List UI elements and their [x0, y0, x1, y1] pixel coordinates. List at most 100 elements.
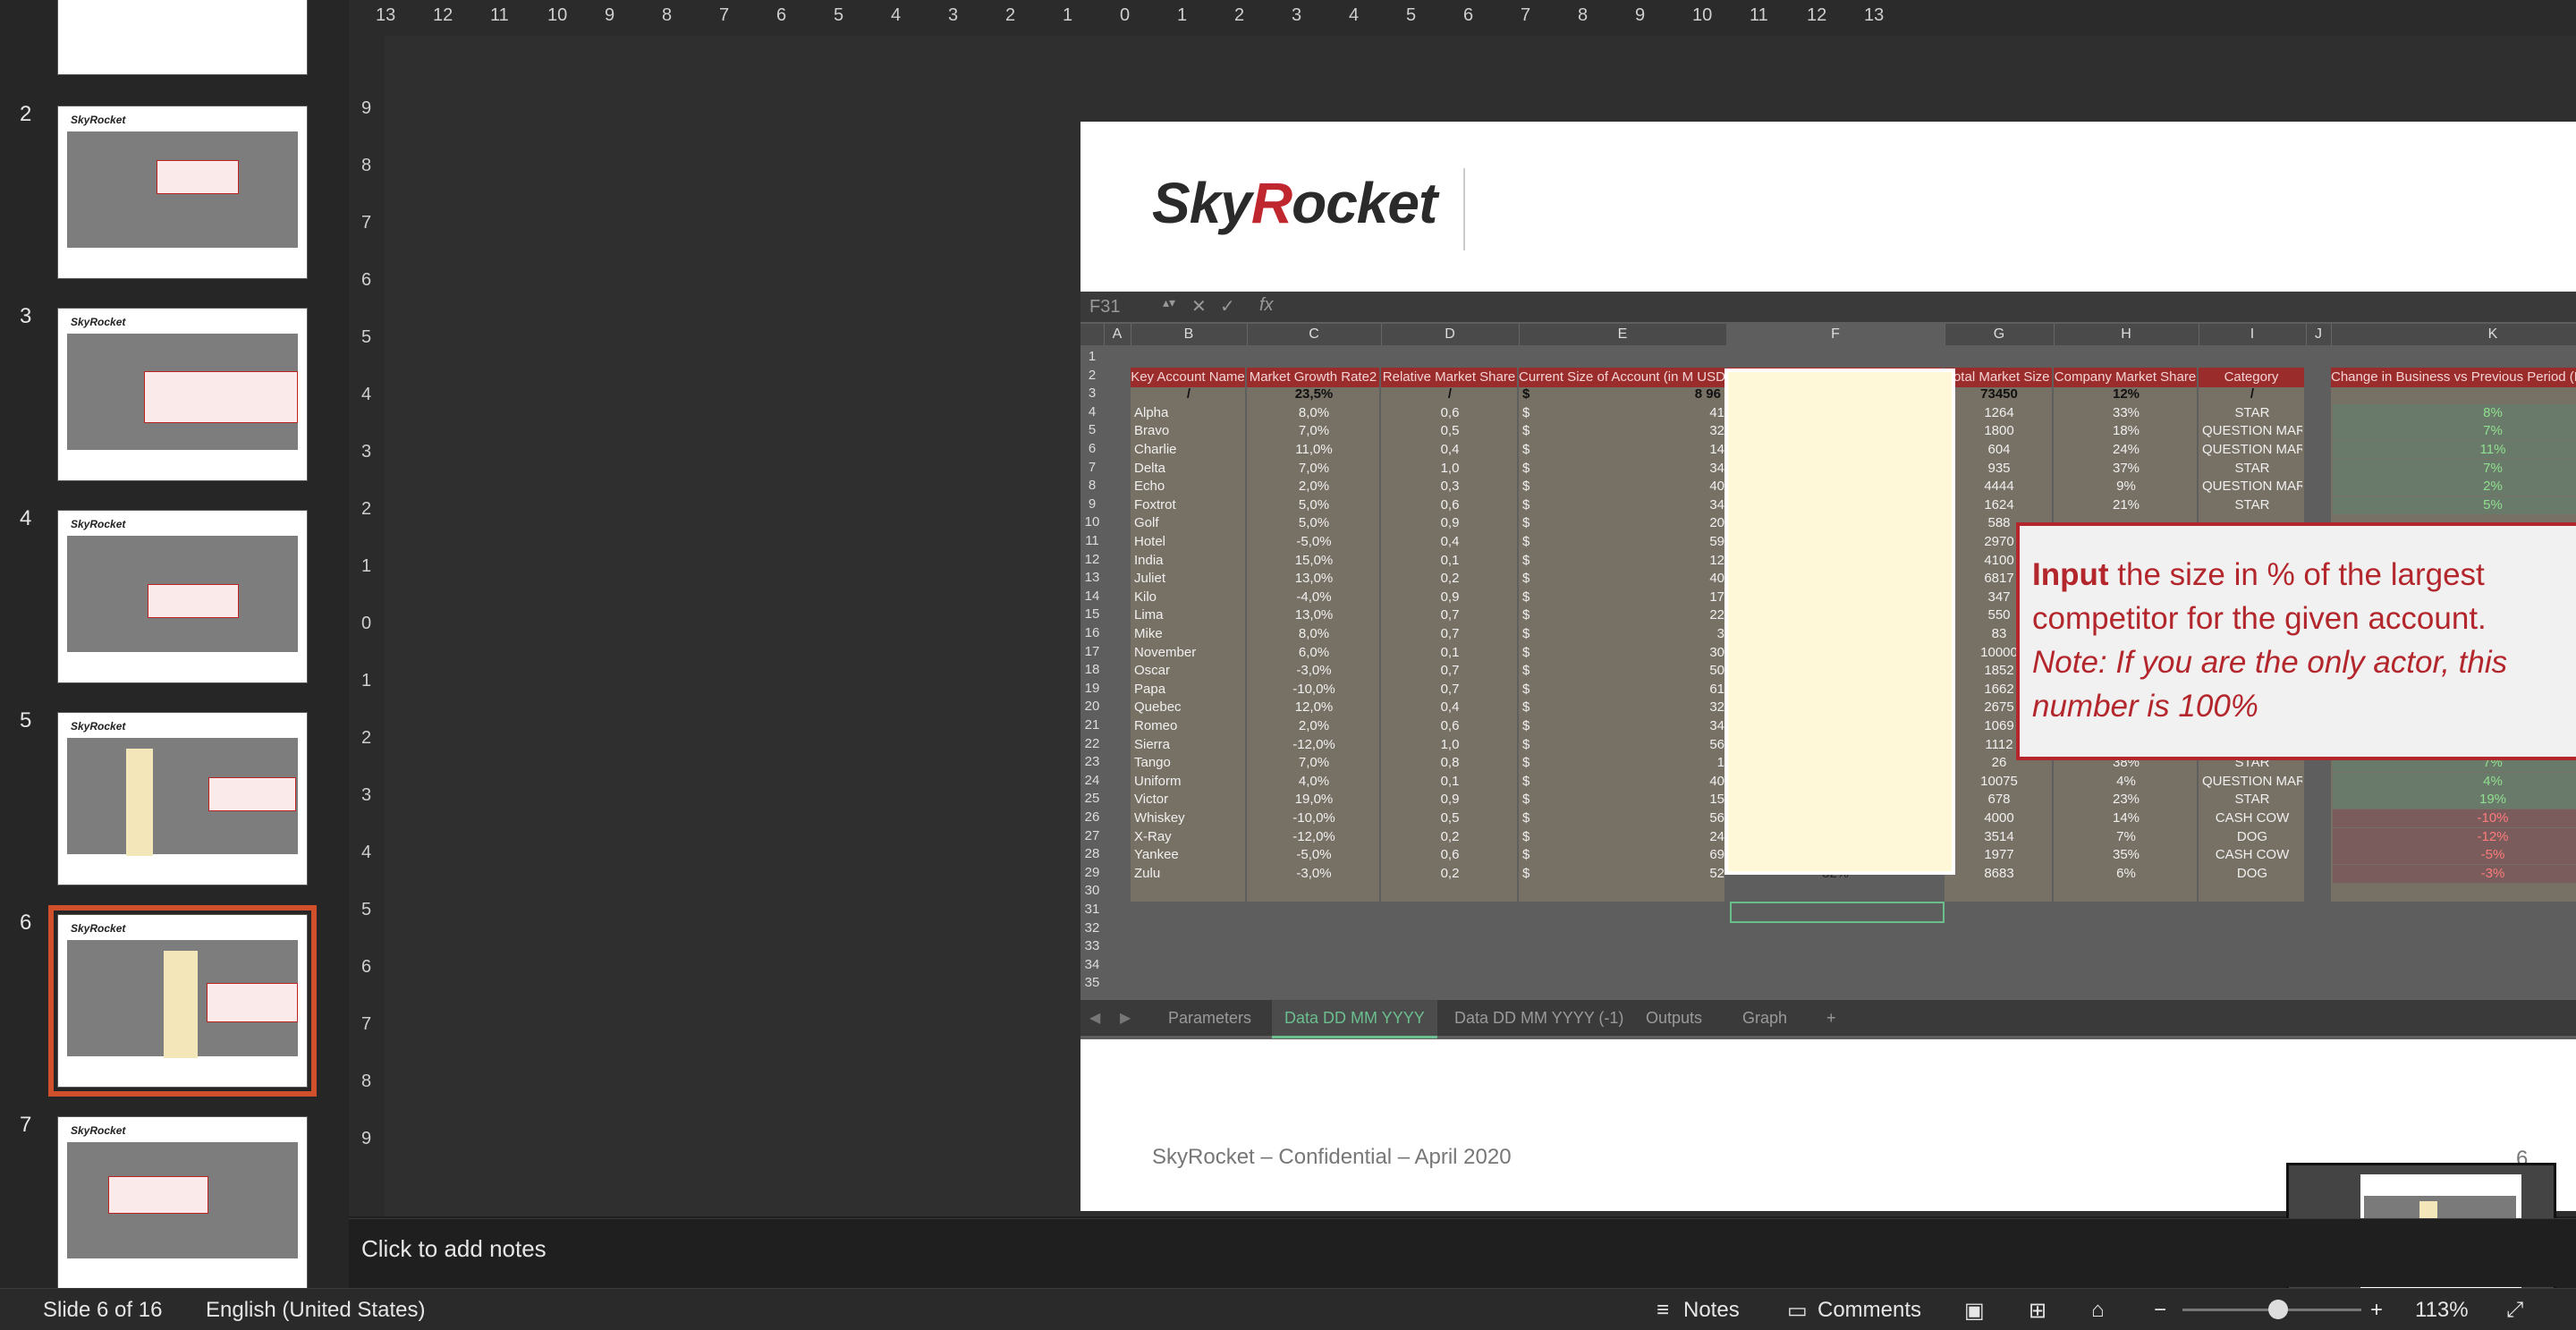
- slide-canvas[interactable]: SkyRocket F31 ▴▾ ✕ ✓ fx ▾ ABCDEFGHIJK 12…: [385, 36, 2576, 1216]
- account-name: November: [1134, 644, 1197, 660]
- slide-thumbnail-6[interactable]: SkyRocket: [48, 905, 317, 1097]
- horizontal-ruler[interactable]: 13 12 11 10 9 8 7 6 5 4 3 2 1 0 1 2 3 4 5 6 7 8 9 10 11 12 13: [349, 0, 2576, 37]
- market-size: 604: [1987, 442, 2011, 457]
- relative-share: 0,2: [1440, 571, 1460, 587]
- slide-thumbnail-2[interactable]: SkyRocket: [57, 106, 308, 279]
- relative-share: 0,8: [1440, 755, 1460, 771]
- vertical-ruler[interactable]: 9 8 7 6 5 4 3 2 1 0 1 2 3 4 5 6 7 8 9: [349, 36, 386, 1216]
- slide-thumbnail-3[interactable]: SkyRocket: [57, 308, 308, 481]
- thumb-highlight-column: [126, 749, 153, 856]
- slide-thumbnail-panel[interactable]: 2 SkyRocket 3 SkyRocket 4 SkyRocket 5 Sk…: [0, 0, 349, 1288]
- growth-rate: 5,0%: [1298, 496, 1330, 513]
- growth-rate: 2,0%: [1298, 718, 1330, 733]
- zoom-in-icon[interactable]: +: [2370, 1298, 2383, 1323]
- ruler-tick-label: 4: [1349, 5, 1360, 25]
- currency-symbol: $: [1522, 607, 1530, 623]
- slide-thumbnail-4[interactable]: SkyRocket: [57, 510, 308, 683]
- company-share: 4%: [2116, 773, 2136, 789]
- ruler-tick-label: 7: [719, 5, 730, 25]
- thumb-logo: SkyRocket: [71, 316, 126, 328]
- zoom-slider[interactable]: [2182, 1300, 2361, 1319]
- relative-share: 0,9: [1440, 792, 1460, 808]
- growth-rate: -12,0%: [1292, 828, 1335, 844]
- notes-pane[interactable]: Click to add notes: [349, 1218, 2576, 1287]
- ruler-tick-label: 7: [361, 213, 372, 233]
- account-name: Romeo: [1134, 718, 1178, 733]
- thumb-number: 7: [20, 1113, 32, 1137]
- comments-button[interactable]: Comments: [1818, 1298, 1921, 1323]
- slide-thumbnail-1[interactable]: [57, 0, 308, 75]
- zoom-slider-handle[interactable]: [2268, 1300, 2288, 1319]
- tab-outputs: Outputs: [1646, 1009, 1703, 1027]
- ruler-tick-label: 8: [1578, 5, 1589, 25]
- language-indicator[interactable]: English (United States): [206, 1298, 425, 1323]
- row-number: 26: [1084, 809, 1100, 825]
- currency-symbol: $: [1522, 571, 1530, 587]
- slide-counter: Slide 6 of 16: [43, 1298, 163, 1322]
- skyrocket-logo: SkyRocket: [1152, 171, 1437, 235]
- table-header: Market Growth Rate2: [1247, 367, 1379, 387]
- row-number: 25: [1084, 791, 1100, 807]
- zoom-level[interactable]: 113%: [2415, 1298, 2469, 1323]
- instruction-callout[interactable]: Input the size in % of the largest compe…: [2016, 522, 2576, 760]
- change-vs-previous: 2%: [2333, 478, 2576, 496]
- slide-thumbnail-5[interactable]: SkyRocket: [57, 712, 308, 885]
- column-header: K: [2331, 324, 2576, 345]
- slide-footer: SkyRocket – Confidential – April 2020: [1152, 1145, 1512, 1169]
- thumb-logo: SkyRocket: [71, 922, 126, 935]
- ruler-tick-label: 3: [361, 442, 372, 462]
- relative-share: 0,1: [1440, 644, 1460, 660]
- category: DOG: [2236, 865, 2268, 881]
- account-size: 40: [1709, 571, 1724, 587]
- ruler-tick-label: 11: [1750, 5, 1768, 25]
- ruler-tick-label: 3: [1292, 5, 1302, 25]
- row3-cell: 23,5%: [1294, 386, 1334, 402]
- ruler-tick-label: 5: [361, 327, 372, 347]
- normal-view-icon[interactable]: ▣: [1964, 1298, 1985, 1324]
- comments-icon[interactable]: ▭: [1787, 1298, 1808, 1324]
- slide-thumbnail-7[interactable]: SkyRocket: [57, 1116, 308, 1288]
- row-number: 1: [1088, 349, 1097, 364]
- ruler-tick-label: 3: [361, 785, 372, 805]
- ruler-tick-label: 9: [1635, 5, 1646, 25]
- relative-share: 0,7: [1440, 663, 1460, 679]
- ruler-tick-label: 3: [948, 5, 959, 25]
- change-vs-previous: 11%: [2333, 441, 2576, 459]
- row-number: 12: [1084, 551, 1100, 567]
- account-size: 41: [1709, 404, 1724, 420]
- market-size: 678: [1987, 792, 2011, 808]
- currency-symbol: $: [1522, 736, 1530, 752]
- slide-sorter-icon[interactable]: ⊞: [2029, 1298, 2046, 1324]
- company-share: 18%: [2112, 423, 2140, 439]
- change-vs-previous: -12%: [2333, 827, 2576, 846]
- table-header: Total Market Size: [1945, 367, 2052, 387]
- slide[interactable]: SkyRocket F31 ▴▾ ✕ ✓ fx ▾ ABCDEFGHIJK 12…: [1080, 122, 2576, 1211]
- growth-rate: -10,0%: [1292, 681, 1335, 697]
- notes-placeholder[interactable]: Click to add notes: [361, 1235, 547, 1263]
- notes-button[interactable]: Notes: [1683, 1298, 1740, 1323]
- presenter-view-icon[interactable]: ⌂: [2091, 1298, 2105, 1323]
- relative-share: 0,6: [1440, 847, 1460, 863]
- category: QUESTION MARK: [2202, 423, 2302, 439]
- growth-rate: -3,0%: [1296, 663, 1332, 679]
- market-size: 1264: [1984, 404, 2014, 420]
- company-share: 35%: [2112, 847, 2140, 863]
- currency-symbol: $: [1522, 496, 1530, 513]
- currency-symbol: $: [1522, 479, 1530, 495]
- tab-data-current: Data DD MM YYYY: [1272, 1000, 1437, 1038]
- row-number: 15: [1084, 606, 1100, 623]
- account-name: Quebec: [1134, 699, 1182, 716]
- fit-slide-icon[interactable]: ⤢: [2506, 1298, 2523, 1323]
- zoom-out-icon[interactable]: −: [2154, 1298, 2166, 1323]
- row-number: 20: [1084, 699, 1100, 715]
- cancel-icon: ✕: [1191, 297, 1207, 317]
- row3-cell: 8 96: [1694, 386, 1721, 402]
- account-name: Tango: [1134, 755, 1171, 771]
- notes-icon[interactable]: ≡: [1657, 1298, 1669, 1323]
- row-number: 31: [1084, 902, 1100, 917]
- category: CASH COW: [2215, 847, 2290, 863]
- column-header-corner: [1080, 324, 1105, 345]
- row-number: 8: [1088, 478, 1097, 494]
- market-size: 1800: [1984, 423, 2014, 439]
- column-header: C: [1247, 324, 1382, 345]
